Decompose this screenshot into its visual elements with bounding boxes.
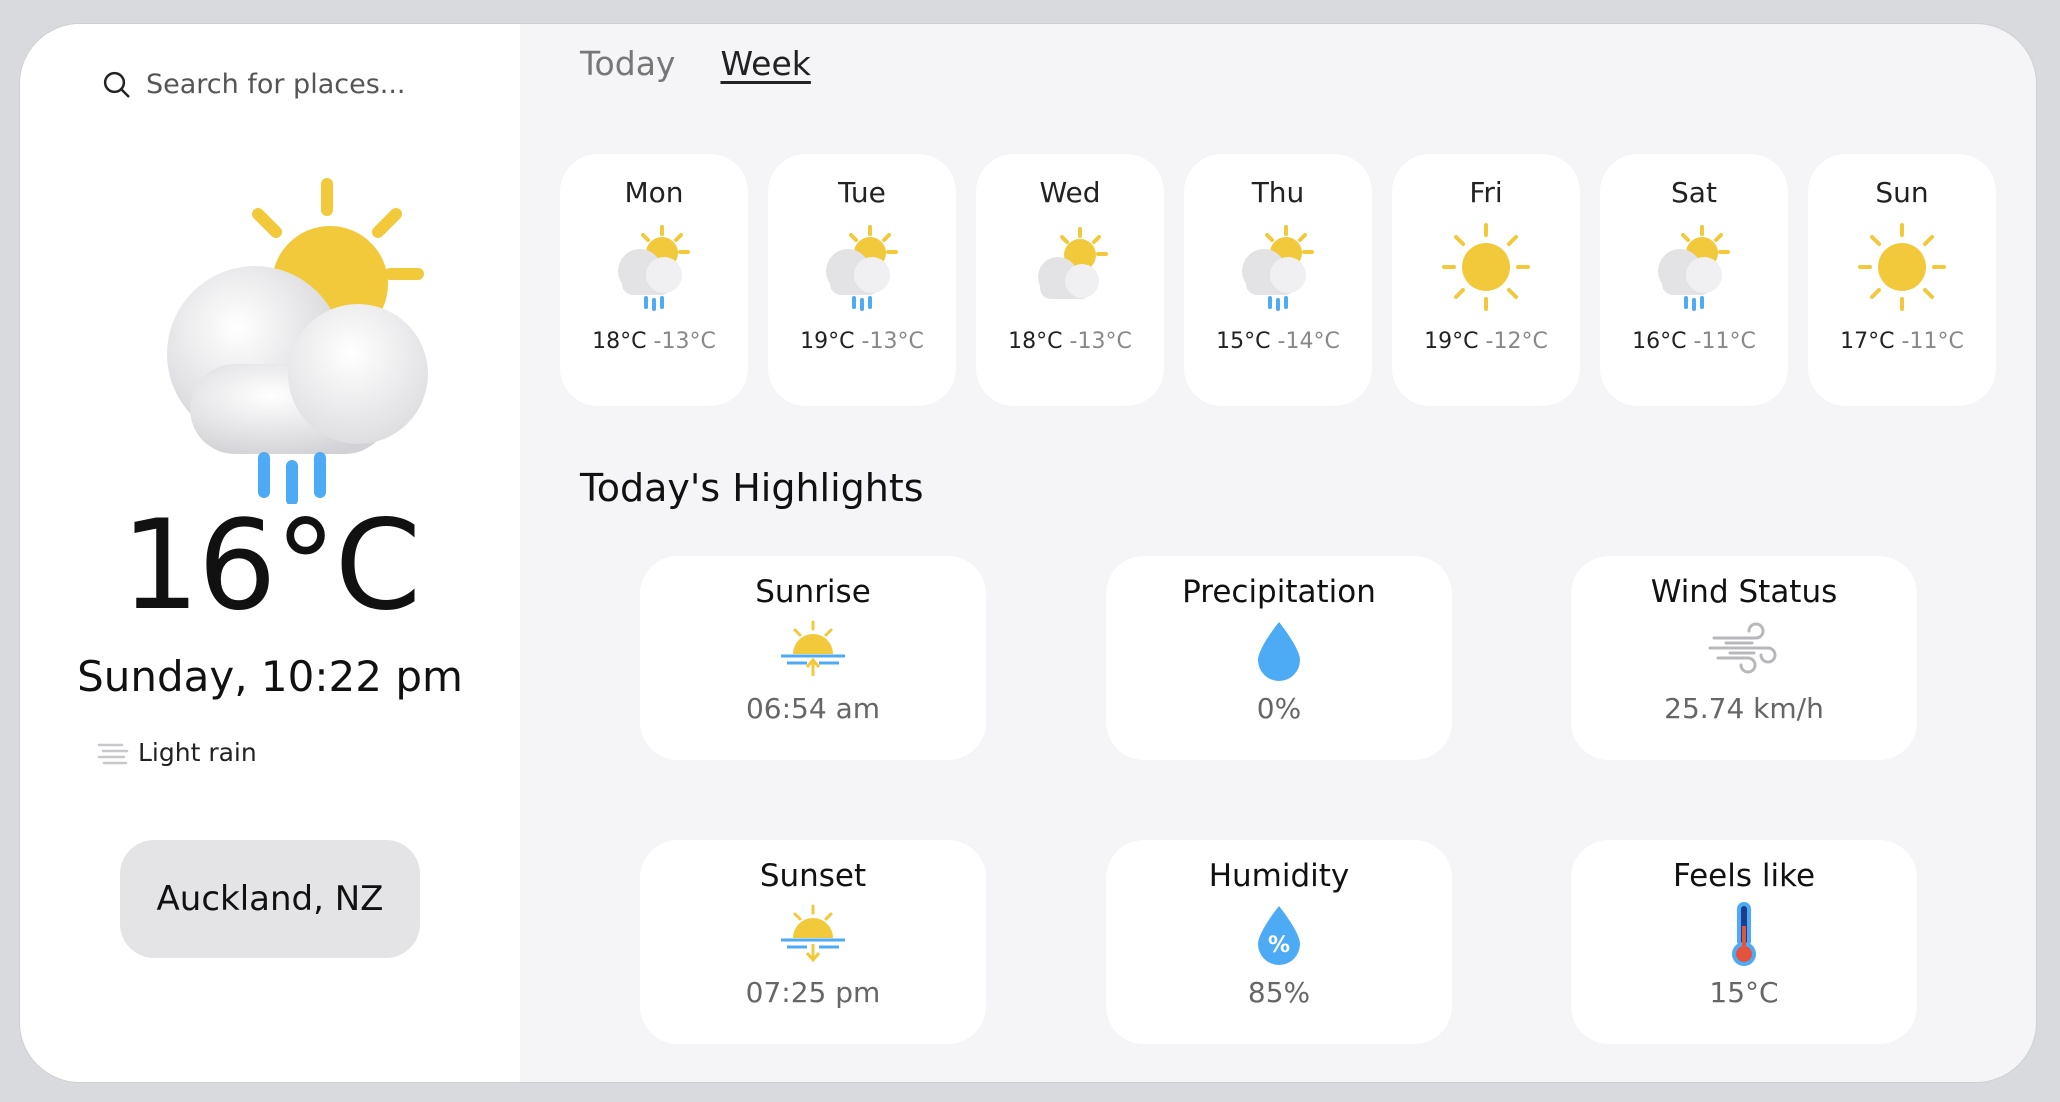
day-temps: 19°C -13°C [800,329,924,354]
day-name: Wed [1039,176,1101,209]
day-low: -11°C [1693,329,1756,354]
search-bar[interactable] [102,68,478,101]
day-name: Mon [624,176,684,209]
highlight-wind: Wind Status 25.74 km/h [1571,556,1917,760]
day-low: -13°C [1069,329,1132,354]
day-high: 16°C [1632,329,1687,354]
day-temps: 18°C -13°C [592,329,716,354]
thermometer-icon [1732,902,1756,966]
day-card-fri[interactable]: Fri 19°C -12°C [1392,154,1580,406]
partly-cloudy-rain-icon [1242,225,1314,311]
humidity-glyph: % [1268,933,1290,958]
day-high: 18°C [1008,329,1063,354]
day-low: -13°C [653,329,716,354]
partly-cloudy-icon [1038,227,1108,299]
highlight-feels-like: Feels like 15°C [1571,840,1917,1044]
day-card-sun[interactable]: Sun 17°C -11°C [1808,154,1996,406]
sun-icon [1858,223,1946,311]
location-pill[interactable]: Auckland, NZ [120,840,420,958]
day-temps: 17°C -11°C [1840,329,1964,354]
day-high: 19°C [800,329,855,354]
sun-icon [1442,223,1530,311]
day-name: Tue [838,176,886,209]
sunset-icon [781,904,845,963]
tab-today[interactable]: Today [580,44,675,83]
day-high: 18°C [592,329,647,354]
highlight-title: Wind Status [1650,574,1838,610]
highlight-value: 07:25 pm [745,976,881,1009]
search-input[interactable] [144,68,478,101]
highlight-sunrise: Sunrise 06:54 am [640,556,986,760]
day-card-thu[interactable]: Thu 15°C -14°C [1184,154,1372,406]
day-temps: 16°C -11°C [1632,329,1756,354]
current-condition: Light rain [96,738,257,767]
week-forecast: Mon 18°C -13°C Tue 19°C -13°C Wed 18°C -… [560,154,1996,406]
partly-cloudy-rain-icon [1658,225,1730,311]
day-low: -12°C [1485,329,1548,354]
condition-label: Light rain [138,738,257,767]
highlight-precipitation: Precipitation 0% [1106,556,1452,760]
day-temps: 18°C -13°C [1008,329,1132,354]
highlight-value: 25.74 km/h [1664,692,1824,725]
day-high: 19°C [1424,329,1479,354]
search-icon[interactable] [102,70,132,100]
weather-app: 16°C Sunday, 10:22 pm Light rain Aucklan… [20,24,2036,1082]
day-low: -11°C [1901,329,1964,354]
day-card-sat[interactable]: Sat 16°C -11°C [1600,154,1788,406]
tab-week[interactable]: Week [720,44,810,83]
day-high: 15°C [1216,329,1271,354]
mist-icon [97,743,129,764]
day-temps: 19°C -12°C [1424,329,1548,354]
sunrise-icon [781,620,845,676]
highlight-title: Sunrise [755,574,871,610]
humidity-icon: % [1258,906,1300,965]
day-low: -13°C [861,329,924,354]
partly-cloudy-rain-icon [826,225,898,311]
day-name: Fri [1469,176,1503,209]
view-tabs: Today Week [580,44,811,83]
day-name: Sat [1671,176,1717,209]
highlight-value: 85% [1247,976,1311,1009]
partly-cloudy-rain-icon [618,225,690,311]
highlight-title: Humidity [1208,858,1350,894]
highlight-title: Precipitation [1182,574,1376,610]
highlight-title: Sunset [759,858,867,894]
highlight-value: 06:54 am [745,692,881,725]
highlight-humidity: Humidity % 85% [1106,840,1452,1044]
day-high: 17°C [1840,329,1895,354]
day-name: Thu [1251,176,1305,209]
day-card-mon[interactable]: Mon 18°C -13°C [560,154,748,406]
day-temps: 15°C -14°C [1216,329,1340,354]
current-temperature: 16°C [120,494,421,638]
day-card-wed[interactable]: Wed 18°C -13°C [976,154,1164,406]
raindrop-icon [1258,622,1300,681]
highlight-sunset: Sunset 07:25 pm [640,840,986,1044]
wind-icon [1708,622,1777,674]
day-name: Sun [1875,176,1929,209]
highlight-title: Feels like [1672,858,1816,894]
highlight-value: 0% [1256,692,1302,725]
sidebar: 16°C Sunday, 10:22 pm Light rain Aucklan… [20,24,520,1082]
partly-cloudy-rain-icon [167,178,428,504]
highlight-value: 15°C [1709,976,1779,1009]
day-card-tue[interactable]: Tue 19°C -13°C [768,154,956,406]
current-datetime: Sunday, 10:22 pm [77,652,463,701]
day-low: -14°C [1277,329,1340,354]
highlights-title: Today's Highlights [580,466,924,510]
